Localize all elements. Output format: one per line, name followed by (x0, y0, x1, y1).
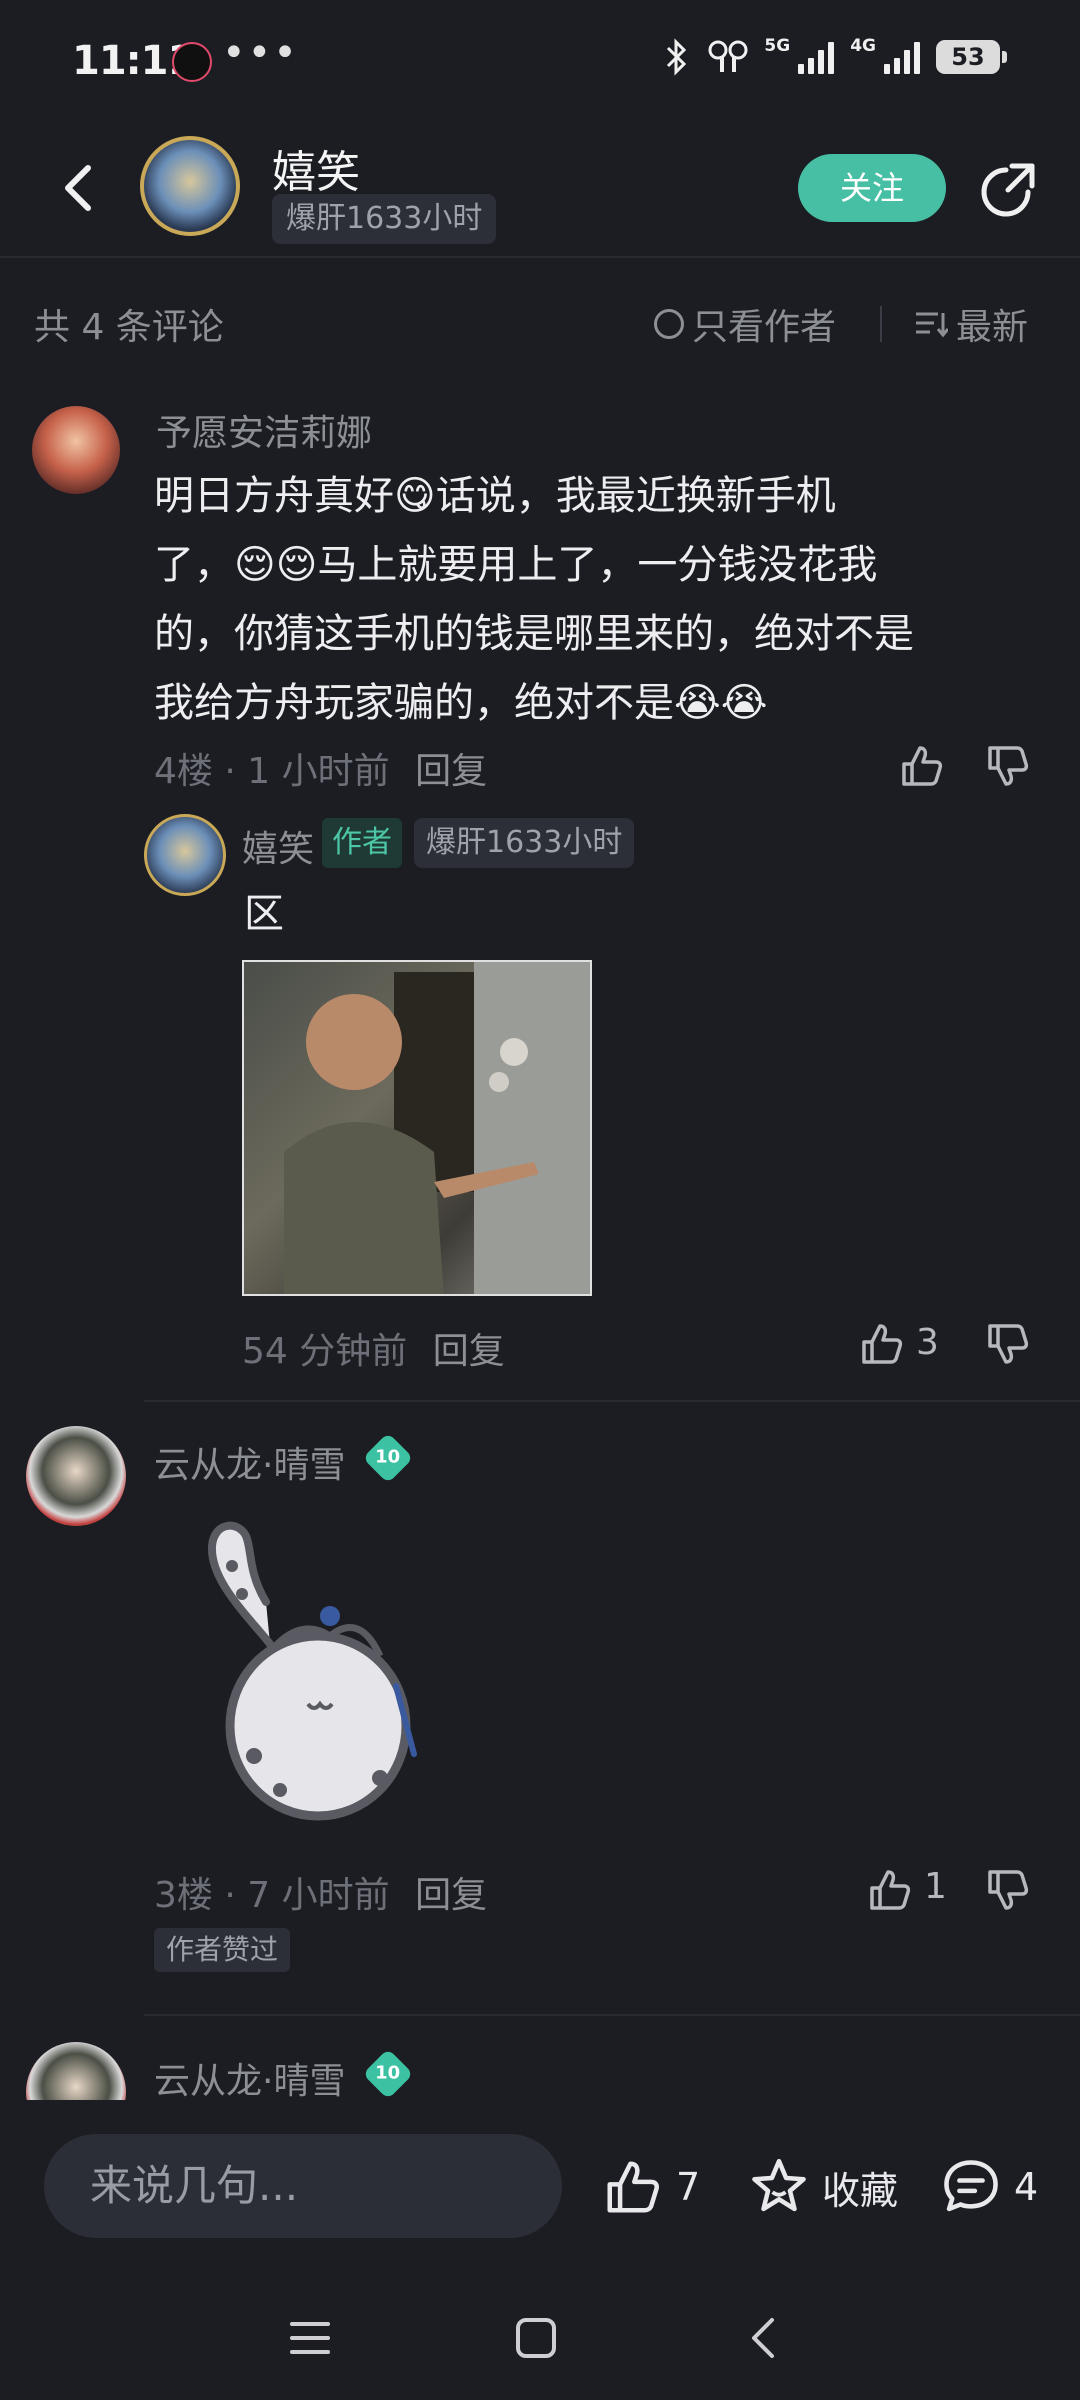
author-only-label: 只看作者 (692, 307, 837, 348)
tiktok-notification-icon (172, 42, 212, 82)
network-4g-label: 4G (850, 36, 876, 56)
comment-icon (944, 2160, 998, 2212)
favorite-button[interactable]: 收藏 (748, 2156, 898, 2218)
signal-icon (798, 40, 835, 74)
dislike-icon[interactable] (984, 742, 1032, 790)
post-like-count: 7 (676, 2165, 701, 2209)
like-icon[interactable] (858, 1320, 906, 1368)
reply-meta: 54 分钟前 回复 (242, 1322, 505, 1374)
like-icon (607, 2161, 659, 2213)
commenter-name[interactable]: 云从龙·晴雪 (154, 1436, 345, 1488)
header-divider (0, 256, 1080, 258)
sort-separator (880, 306, 882, 342)
follow-button[interactable]: 关注 (798, 154, 946, 222)
comment-time: 1 小时前 (247, 751, 390, 792)
back-button[interactable] (50, 158, 110, 218)
commenter-avatar[interactable] (32, 406, 120, 494)
comment-divider (144, 1400, 1080, 1402)
comment-count-bottom: 4 (1014, 2165, 1039, 2209)
reply-button[interactable]: 回复 (415, 1875, 487, 1916)
like-count: 1 (924, 1866, 947, 1907)
recent-apps-icon[interactable] (288, 2316, 332, 2360)
dislike-icon[interactable] (984, 1866, 1032, 1914)
comments-button[interactable]: 4 (940, 2156, 1038, 2218)
share-icon[interactable] (976, 158, 1040, 222)
floor-label: 4楼 (154, 751, 213, 792)
sort-latest-button[interactable]: 最新 (914, 298, 1028, 350)
comment-text-line: 的，你猜这手机的钱是哪里来的，绝对不是 (154, 611, 914, 657)
author-only-toggle[interactable]: 只看作者 (654, 298, 836, 350)
like-icon[interactable] (898, 742, 946, 790)
nav-back-icon[interactable] (742, 2316, 786, 2360)
earbuds-icon (708, 40, 748, 72)
author-tag: 作者 (322, 818, 402, 868)
like-post-button[interactable]: 7 (602, 2156, 700, 2218)
signal-icon-2 (884, 40, 920, 74)
author-avatar[interactable] (140, 136, 240, 236)
commenter-avatar[interactable] (26, 1426, 126, 1526)
dislike-icon[interactable] (984, 1320, 1032, 1368)
more-notifications-icon: ••• (222, 30, 299, 76)
sort-icon (916, 312, 948, 338)
meme-image[interactable] (242, 960, 592, 1296)
author-name[interactable]: 嬉笑 (272, 136, 360, 200)
reply-time: 54 分钟前 (242, 1331, 408, 1372)
level-badge: 10 (362, 2048, 414, 2100)
bluetooth-icon (667, 38, 687, 76)
reply-user-badge: 爆肝1633小时 (414, 818, 635, 868)
comment-text-line: 我给方舟玩家骗的，绝对不是😭😭 (154, 680, 768, 726)
meme-image-placeholder (284, 962, 590, 1294)
favorite-label: 收藏 (822, 2168, 899, 2213)
network-5g-label: 5G (764, 36, 791, 56)
comment-meta: 3楼 · 7 小时前 回复 (154, 1875, 488, 1916)
home-icon[interactable] (514, 2316, 558, 2360)
reply-avatar[interactable] (144, 814, 226, 896)
comment-meta: 4楼 · 1 小时前 回复 (154, 751, 488, 792)
floor-label: 3楼 (154, 1875, 213, 1916)
like-icon[interactable] (866, 1866, 914, 1914)
comment-text-line: 明日方舟真好😋话说，我最近换新手机 (154, 473, 836, 519)
sort-latest-label: 最新 (956, 307, 1029, 348)
star-icon (752, 2158, 806, 2212)
status-icons: 5G 4G 53 (662, 36, 1007, 76)
level-badge: 10 (362, 1432, 414, 1484)
comment-time: 7 小时前 (247, 1875, 390, 1916)
snow-leopard-sticker[interactable] (190, 1516, 440, 1828)
comment-divider (144, 2014, 1080, 2016)
reply-text: 区 (244, 891, 284, 937)
radio-icon (654, 309, 684, 339)
comment-input[interactable]: 来说几句... (44, 2134, 562, 2238)
reply-button[interactable]: 回复 (415, 751, 487, 792)
author-liked-tag: 作者赞过 (154, 1928, 291, 1972)
commenter-name[interactable]: 予愿安洁莉娜 (156, 404, 372, 456)
battery-icon: 53 (936, 40, 1007, 74)
commenter-name[interactable]: 云从龙·晴雪 (154, 2052, 345, 2104)
reply-user-name[interactable]: 嬉笑 (242, 820, 314, 872)
comment-text-line: 了，😌😌马上就要用上了，一分钱没花我 (154, 542, 878, 588)
comment-count: 共 4 条评论 (34, 307, 224, 348)
like-count: 3 (916, 1322, 939, 1363)
author-hours-badge: 爆肝1633小时 (272, 194, 497, 244)
system-nav-bar (0, 2280, 1080, 2400)
reply-button[interactable]: 回复 (433, 1331, 505, 1372)
